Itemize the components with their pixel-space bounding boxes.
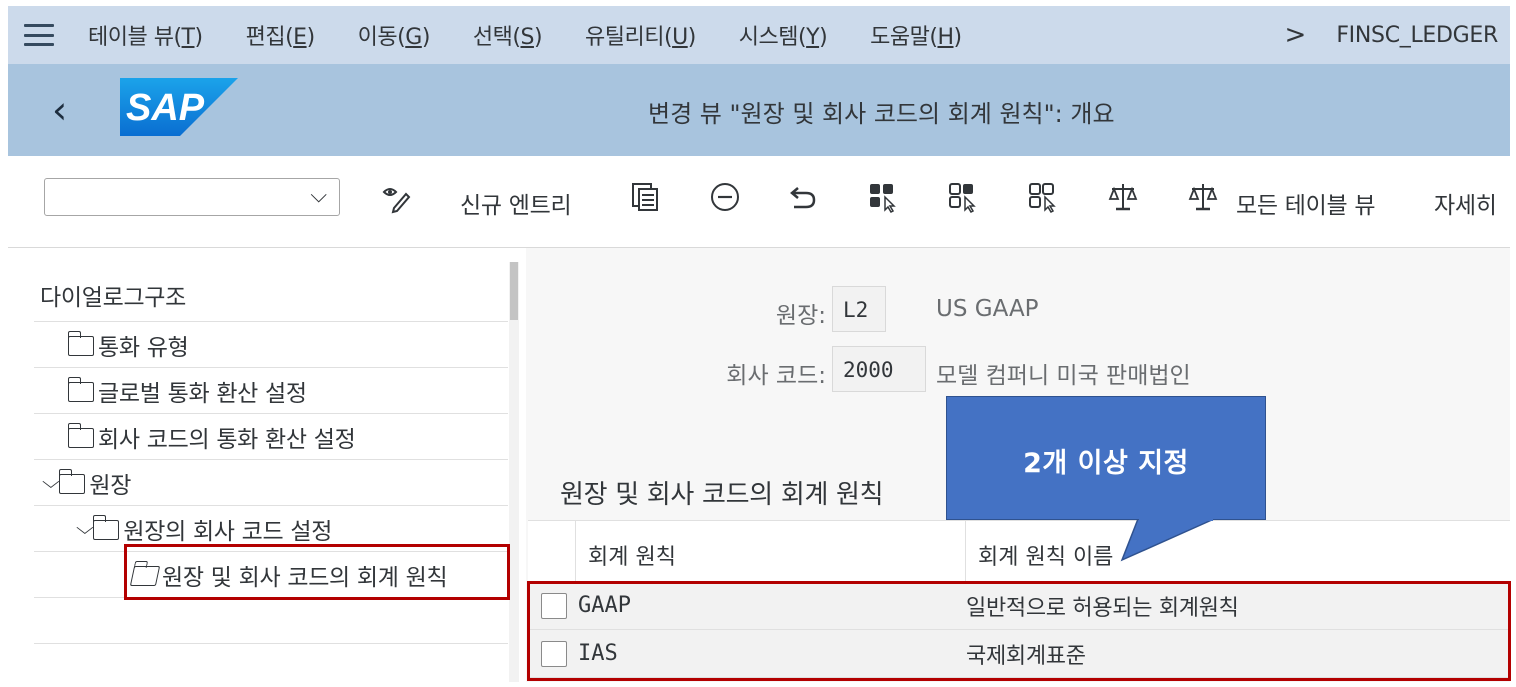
tree-item-company-code-currency-conversion[interactable]: 회사 코드의 통화 환산 설정 — [34, 414, 508, 460]
display-change-icon[interactable] — [380, 182, 412, 221]
menu-bar: 테이블 뷰(T) 편집(E) 이동(G) 선택(S) 유틸리티(U) 시스템(Y… — [8, 6, 1510, 64]
all-table-views-icon[interactable] — [1188, 182, 1218, 219]
select-all-icon[interactable] — [868, 182, 900, 221]
column-header-accounting-principle[interactable]: 회계 원칙 — [576, 521, 966, 581]
dialog-structure-tree: 다이얼로그구조 통화 유형 글로벌 통화 환산 설정 회사 코드의 통화 환산 … — [34, 262, 508, 682]
ledger-description: US GAAP — [936, 296, 1039, 322]
copy-as-icon[interactable] — [630, 182, 660, 219]
more-button[interactable]: 자세히 — [1434, 186, 1497, 220]
sap-logo: SAP — [120, 78, 238, 136]
scrollbar-thumb[interactable] — [510, 262, 518, 320]
select-column-header[interactable] — [528, 521, 576, 581]
menu-edit[interactable]: 편집(E) — [246, 19, 316, 51]
tree-item-global-currency-conversion[interactable]: 글로벌 통화 환산 설정 — [34, 368, 508, 414]
tree-highlight-box — [124, 544, 510, 600]
callout-box: 2개 이상 지정 — [946, 396, 1266, 520]
new-entry-button[interactable]: 신규 엔트리 — [460, 186, 572, 220]
tree-item-currency-types[interactable]: 통화 유형 — [34, 322, 508, 368]
table-header: 회계 원칙 회계 원칙 이름 — [528, 520, 1510, 582]
chevron-down-icon[interactable]: ⌵ — [310, 183, 327, 208]
svg-text:SAP: SAP — [126, 87, 205, 129]
company-code-description: 모델 컴퍼니 미국 판매법인 — [936, 363, 1191, 389]
column-header-accounting-principle-name[interactable]: 회계 원칙 이름 — [966, 521, 1510, 581]
company-code-label: 회사 코드: — [726, 363, 826, 389]
folder-icon — [58, 468, 86, 494]
folder-icon — [67, 422, 94, 448]
callout-text: 2개 이상 지정 — [1023, 448, 1189, 479]
toolbar: ⌵ 신규 엔트리 모든 테이블 뷰 자세히 — [8, 156, 1510, 248]
ledger-label: 원장: — [775, 303, 826, 329]
tree-header: 다이얼로그구조 — [34, 262, 508, 322]
folder-icon — [92, 514, 120, 540]
balance-scale-icon[interactable] — [1108, 182, 1138, 219]
select-block-icon[interactable] — [948, 182, 980, 221]
tree-empty-row — [34, 598, 508, 644]
delete-icon[interactable] — [710, 182, 740, 219]
folder-icon — [67, 330, 94, 356]
tree-item-ledger[interactable]: ⌵ 원장 — [34, 460, 508, 506]
hamburger-menu-icon[interactable] — [24, 24, 54, 46]
command-field-dropdown[interactable]: ⌵ — [44, 178, 340, 216]
back-button[interactable]: ‹ — [52, 88, 67, 132]
menu-system[interactable]: 시스템(Y) — [739, 19, 828, 51]
tree-scrollbar[interactable] — [509, 262, 519, 682]
title-bar: ‹ SAP 변경 뷰 "원장 및 회사 코드의 회계 원칙": 개요 — [8, 64, 1510, 156]
table-highlight-box — [527, 581, 1511, 681]
deselect-all-icon[interactable] — [1028, 182, 1060, 221]
all-table-views-button[interactable]: 모든 테이블 뷰 — [1236, 186, 1375, 220]
menu-utilities[interactable]: 유틸리티(U) — [585, 19, 696, 51]
expand-chevron-icon[interactable]: ⌵ — [42, 472, 60, 493]
menu-goto[interactable]: 이동(G) — [358, 19, 431, 51]
undo-icon[interactable] — [788, 182, 818, 219]
expand-chevron-icon[interactable]: ⌵ — [76, 518, 94, 539]
page-title: 변경 뷰 "원장 및 회사 코드의 회계 원칙": 개요 — [648, 100, 1115, 128]
section-title: 원장 및 회사 코드의 회계 원칙 — [560, 480, 884, 510]
transaction-code: FINSC_LEDGER — [1336, 22, 1498, 48]
ledger-field: L2 — [832, 286, 886, 332]
menu-table-view[interactable]: 테이블 뷰(T) — [88, 19, 203, 51]
chevron-right-icon[interactable]: > — [1285, 20, 1307, 50]
company-code-field: 2000 — [832, 346, 926, 392]
menu-selection[interactable]: 선택(S) — [473, 19, 543, 51]
menu-help[interactable]: 도움말(H) — [870, 19, 962, 51]
folder-icon — [67, 376, 94, 402]
